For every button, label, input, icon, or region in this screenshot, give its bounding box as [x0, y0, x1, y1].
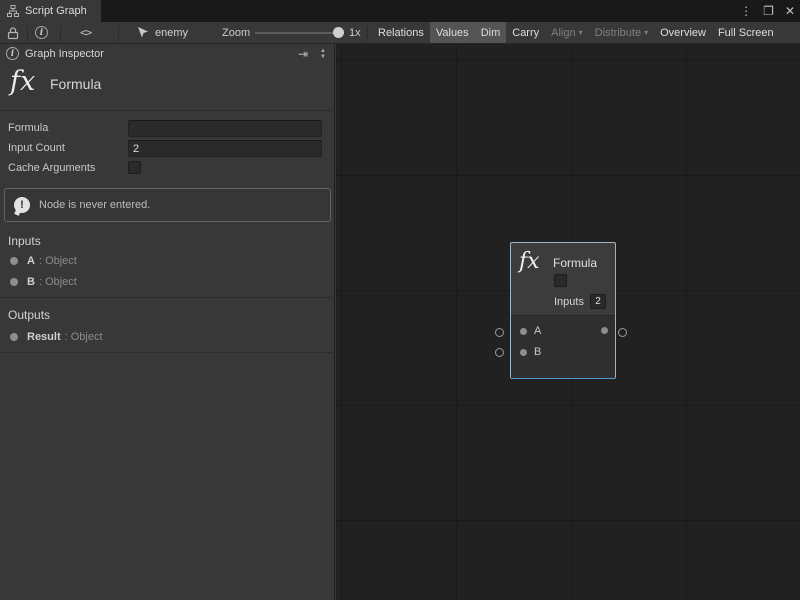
formula-field-input[interactable] — [128, 120, 322, 137]
node-inputs-label: Inputs — [554, 296, 584, 308]
selected-node-title: Formula — [50, 76, 101, 92]
output-port-result[interactable] — [601, 327, 608, 334]
port-name: A — [27, 255, 35, 267]
relations-button[interactable]: Relations — [372, 22, 430, 43]
align-dropdown[interactable]: Align▾ — [545, 22, 588, 43]
port-type: : Object — [39, 255, 77, 267]
zoom-value: 1x — [349, 27, 361, 39]
dock-icon[interactable]: ⇥ — [298, 47, 308, 61]
graph-target[interactable]: enemy — [138, 22, 188, 43]
toolbar-separator — [118, 25, 119, 41]
info-icon[interactable]: i — [35, 22, 48, 43]
carry-button[interactable]: Carry — [506, 22, 545, 43]
external-port-circle-a[interactable] — [495, 328, 504, 337]
node-inputs-count-input[interactable] — [590, 294, 606, 309]
lock-icon[interactable] — [7, 22, 19, 43]
distribute-dropdown[interactable]: Distribute▾ — [589, 22, 654, 43]
zoom-slider-track[interactable] — [255, 32, 341, 34]
values-button[interactable]: Values — [430, 22, 475, 43]
graph-inspector-panel: i Graph Inspector ⇥ ▲ ▼ fx Formula Formu… — [0, 44, 335, 600]
toolbar-separator — [60, 25, 61, 41]
window-tab-bar: Script Graph ⋮ ❐ ✕ — [0, 0, 800, 22]
chevron-down-icon: ▾ — [579, 28, 583, 37]
info-icon: i — [6, 47, 19, 60]
pointer-icon — [138, 27, 149, 38]
outputs-section-header: Outputs — [8, 308, 50, 322]
formula-fx-icon: fx — [10, 66, 35, 97]
formula-field-label: Formula — [8, 122, 48, 134]
port-dot-icon — [10, 333, 18, 341]
input-port-row: B : Object — [10, 276, 77, 288]
node-inputs-row: Inputs — [554, 294, 606, 309]
graph-toolbar: i <> enemy Zoom 1x Relations Values Dim … — [0, 22, 800, 44]
scroll-stepper[interactable]: ▲ ▼ — [320, 48, 326, 60]
port-dot-icon — [10, 278, 18, 286]
toolbar-buttons: Relations Values Dim Carry Align▾ Distri… — [372, 22, 780, 43]
step-down-icon[interactable]: ▼ — [320, 54, 326, 60]
input-port-b[interactable] — [520, 349, 527, 356]
toolbar-separator — [27, 25, 28, 41]
cache-arguments-label: Cache Arguments — [8, 162, 95, 174]
port-label: A — [534, 325, 541, 337]
port-dot-icon — [10, 257, 18, 265]
formula-node[interactable]: fx Formula Inputs A B — [510, 242, 616, 379]
node-title: Formula — [553, 256, 597, 270]
input-count-label: Input Count — [8, 142, 65, 154]
port-type: : Object — [65, 331, 103, 343]
window-controls: ⋮ ❐ ✕ — [740, 0, 795, 22]
node-port-area: A B — [511, 315, 615, 378]
external-port-circle-result[interactable] — [618, 328, 627, 337]
formula-node-icon: fx — [519, 249, 540, 274]
window-close-icon[interactable]: ✕ — [785, 4, 795, 18]
tab-label: Script Graph — [25, 5, 87, 17]
warning-box: ! Node is never entered. — [4, 188, 331, 222]
output-port-row: Result : Object — [10, 331, 103, 343]
toolbar-separator — [367, 25, 368, 41]
port-type: : Object — [39, 276, 77, 288]
inspector-title: Graph Inspector — [25, 48, 104, 60]
overview-button[interactable]: Overview — [654, 22, 712, 43]
node-formula-checkbox[interactable] — [554, 274, 567, 287]
port-label: B — [534, 346, 541, 358]
graph-canvas[interactable]: fx Formula Inputs A B — [336, 44, 800, 600]
script-graph-icon — [7, 5, 19, 17]
window-menu-icon[interactable]: ⋮ — [740, 4, 752, 18]
cache-arguments-checkbox[interactable] — [128, 161, 141, 174]
dim-button[interactable]: Dim — [475, 22, 507, 43]
node-port-row: B — [511, 343, 615, 361]
window-maximize-icon[interactable]: ❐ — [763, 4, 774, 18]
tab-script-graph[interactable]: Script Graph — [0, 0, 101, 22]
zoom-label: Zoom — [222, 27, 250, 39]
divider — [0, 297, 335, 298]
external-port-circle-b[interactable] — [495, 348, 504, 357]
target-name: enemy — [155, 27, 188, 39]
fullscreen-button[interactable]: Full Screen — [712, 22, 780, 43]
divider — [0, 110, 335, 111]
code-view-icon[interactable]: <> — [80, 22, 91, 43]
input-count-input[interactable] — [128, 140, 322, 157]
warning-icon: ! — [14, 197, 30, 213]
divider — [0, 352, 335, 353]
chevron-down-icon: ▾ — [644, 28, 648, 37]
port-name: Result — [27, 331, 61, 343]
port-name: B — [27, 276, 35, 288]
zoom-slider-handle[interactable] — [333, 27, 344, 38]
node-port-row: A — [511, 322, 615, 340]
input-port-row: A : Object — [10, 255, 77, 267]
inspector-header: i Graph Inspector ⇥ ▲ ▼ — [0, 44, 334, 63]
input-port-a[interactable] — [520, 328, 527, 335]
inputs-section-header: Inputs — [8, 234, 41, 248]
warning-text: Node is never entered. — [39, 199, 150, 211]
